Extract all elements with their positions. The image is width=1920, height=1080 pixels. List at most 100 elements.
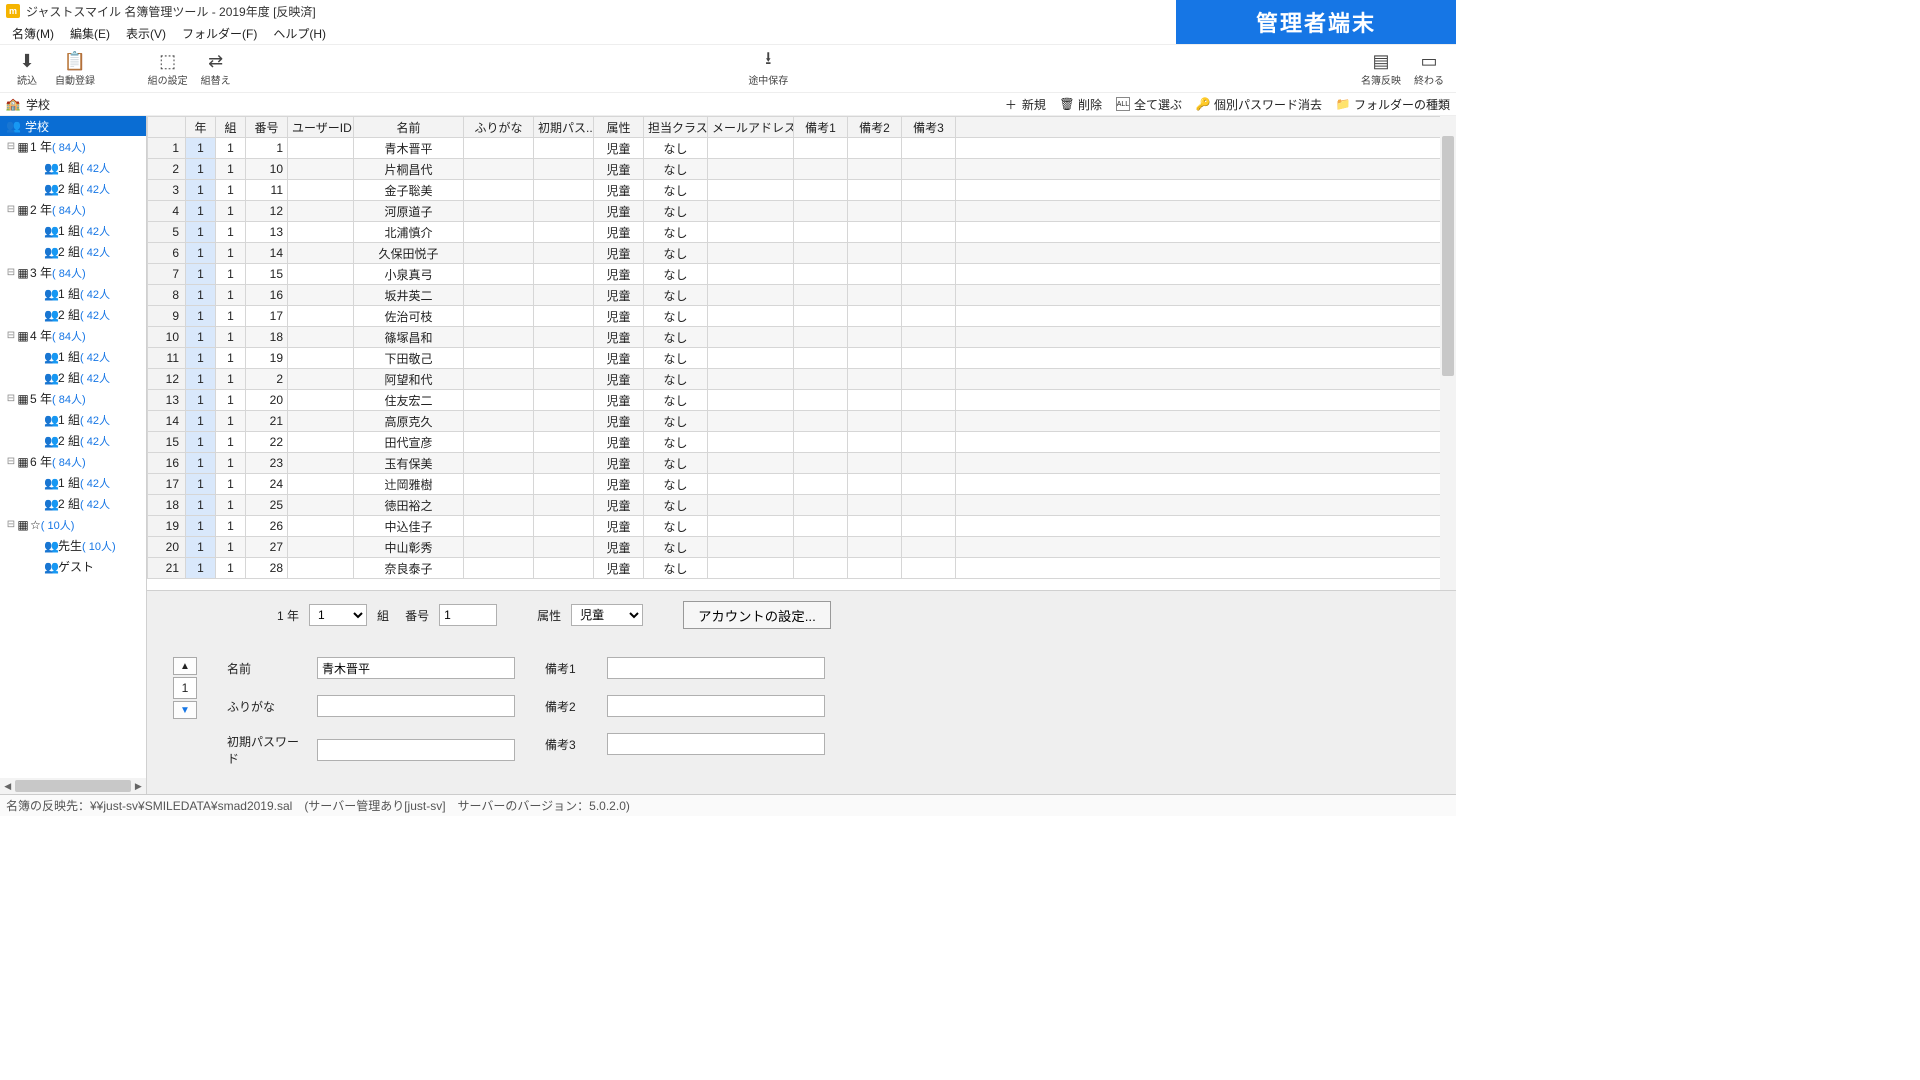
cell-kana[interactable] bbox=[464, 222, 534, 243]
cell-pw[interactable] bbox=[534, 474, 594, 495]
cell-no[interactable]: 25 bbox=[246, 495, 288, 516]
table-row[interactable]: 21110片桐昌代児童なし bbox=[148, 159, 1456, 180]
cell-mail[interactable] bbox=[708, 558, 794, 579]
cell-note2[interactable] bbox=[848, 327, 902, 348]
cell-attr[interactable]: 児童 bbox=[594, 411, 644, 432]
cell-pw[interactable] bbox=[534, 348, 594, 369]
table-row[interactable]: 61114久保田悦子児童なし bbox=[148, 243, 1456, 264]
cell-no[interactable]: 17 bbox=[246, 306, 288, 327]
cell-pw[interactable] bbox=[534, 327, 594, 348]
cell-group[interactable]: 1 bbox=[216, 432, 246, 453]
cell-name[interactable]: 坂井英二 bbox=[354, 285, 464, 306]
cell-no[interactable]: 24 bbox=[246, 474, 288, 495]
cell-note3[interactable] bbox=[902, 306, 956, 327]
kana-input[interactable] bbox=[317, 695, 515, 717]
cell-class[interactable]: なし bbox=[644, 474, 708, 495]
cell-name[interactable]: 久保田悦子 bbox=[354, 243, 464, 264]
cell-pw[interactable] bbox=[534, 285, 594, 306]
cell-note2[interactable] bbox=[848, 138, 902, 159]
col-header[interactable]: 名前 bbox=[354, 117, 464, 138]
collapse-icon[interactable]: ⊟ bbox=[6, 456, 16, 467]
cell-no[interactable]: 22 bbox=[246, 432, 288, 453]
tree-guest[interactable]: 👥 ゲスト bbox=[0, 556, 146, 577]
cell-class[interactable]: なし bbox=[644, 432, 708, 453]
cell-note3[interactable] bbox=[902, 474, 956, 495]
cell-group[interactable]: 1 bbox=[216, 243, 246, 264]
tree-class[interactable]: 👥 2 組 ( 42人 bbox=[0, 430, 146, 451]
tree-grade[interactable]: ⊟▦ 2 年 ( 84人) bbox=[0, 199, 146, 220]
cell-no[interactable]: 26 bbox=[246, 516, 288, 537]
cell-group[interactable]: 1 bbox=[216, 285, 246, 306]
tool-reflect[interactable]: ▤名簿反映 bbox=[1360, 48, 1402, 90]
cell-note1[interactable] bbox=[794, 411, 848, 432]
cell-name[interactable]: 住友宏二 bbox=[354, 390, 464, 411]
cell-note1[interactable] bbox=[794, 264, 848, 285]
cell-uid[interactable] bbox=[288, 159, 354, 180]
cell-note2[interactable] bbox=[848, 558, 902, 579]
col-header[interactable]: 備考3 bbox=[902, 117, 956, 138]
tree-grade[interactable]: ⊟▦ 4 年 ( 84人) bbox=[0, 325, 146, 346]
cell-year[interactable]: 1 bbox=[186, 285, 216, 306]
cell-kana[interactable] bbox=[464, 348, 534, 369]
cell-name[interactable]: 玉有保美 bbox=[354, 453, 464, 474]
collapse-icon[interactable]: ⊟ bbox=[6, 204, 16, 215]
cell-name[interactable]: 高原克久 bbox=[354, 411, 464, 432]
cell-class[interactable]: なし bbox=[644, 411, 708, 432]
cell-year[interactable]: 1 bbox=[186, 180, 216, 201]
cell-mail[interactable] bbox=[708, 264, 794, 285]
cell-uid[interactable] bbox=[288, 348, 354, 369]
cell-group[interactable]: 1 bbox=[216, 558, 246, 579]
cell-note3[interactable] bbox=[902, 495, 956, 516]
cell-kana[interactable] bbox=[464, 495, 534, 516]
cell-group[interactable]: 1 bbox=[216, 180, 246, 201]
cell-group[interactable]: 1 bbox=[216, 453, 246, 474]
cell-mail[interactable] bbox=[708, 390, 794, 411]
cell-year[interactable]: 1 bbox=[186, 453, 216, 474]
cell-note1[interactable] bbox=[794, 453, 848, 474]
menu-roster[interactable]: 名簿(M) bbox=[4, 23, 62, 44]
cell-pw[interactable] bbox=[534, 159, 594, 180]
cell-kana[interactable] bbox=[464, 306, 534, 327]
cell-group[interactable]: 1 bbox=[216, 369, 246, 390]
cell-attr[interactable]: 児童 bbox=[594, 264, 644, 285]
cell-kana[interactable] bbox=[464, 537, 534, 558]
cell-note2[interactable] bbox=[848, 411, 902, 432]
cell-kana[interactable] bbox=[464, 201, 534, 222]
col-header[interactable]: ユーザーID bbox=[288, 117, 354, 138]
cell-name[interactable]: 辻岡雅樹 bbox=[354, 474, 464, 495]
note3-input[interactable] bbox=[607, 733, 825, 755]
cell-note2[interactable] bbox=[848, 306, 902, 327]
cell-attr[interactable]: 児童 bbox=[594, 516, 644, 537]
collapse-icon[interactable]: ⊟ bbox=[6, 330, 16, 341]
cell-kana[interactable] bbox=[464, 558, 534, 579]
cell-attr[interactable]: 児童 bbox=[594, 138, 644, 159]
cell-mail[interactable] bbox=[708, 495, 794, 516]
spin-up-button[interactable]: ▲ bbox=[173, 657, 197, 675]
cell-no[interactable]: 15 bbox=[246, 264, 288, 285]
cell-note2[interactable] bbox=[848, 474, 902, 495]
tree-class[interactable]: 👥 1 組 ( 42人 bbox=[0, 346, 146, 367]
cell-note2[interactable] bbox=[848, 159, 902, 180]
cell-class[interactable]: なし bbox=[644, 222, 708, 243]
cell-no[interactable]: 19 bbox=[246, 348, 288, 369]
cell-note1[interactable] bbox=[794, 558, 848, 579]
cell-kana[interactable] bbox=[464, 453, 534, 474]
cell-mail[interactable] bbox=[708, 411, 794, 432]
cell-attr[interactable]: 児童 bbox=[594, 537, 644, 558]
cell-pw[interactable] bbox=[534, 180, 594, 201]
table-row[interactable]: 141121高原克久児童なし bbox=[148, 411, 1456, 432]
cell-no[interactable]: 11 bbox=[246, 180, 288, 201]
cell-note3[interactable] bbox=[902, 180, 956, 201]
cell-attr[interactable]: 児童 bbox=[594, 558, 644, 579]
tree-grade[interactable]: ⊟▦ 6 年 ( 84人) bbox=[0, 451, 146, 472]
tool-import[interactable]: ⬇読込 bbox=[6, 48, 48, 90]
table-row[interactable]: 51113北浦慎介児童なし bbox=[148, 222, 1456, 243]
table-row[interactable]: 111119下田敬己児童なし bbox=[148, 348, 1456, 369]
grid-vscroll[interactable] bbox=[1440, 116, 1456, 590]
cell-note2[interactable] bbox=[848, 369, 902, 390]
cell-pw[interactable] bbox=[534, 495, 594, 516]
btn-new[interactable]: ＋新規 bbox=[1004, 96, 1046, 113]
col-header[interactable]: 担当クラス bbox=[644, 117, 708, 138]
btn-delete[interactable]: 🗑削除 bbox=[1060, 96, 1102, 113]
pw-input[interactable] bbox=[317, 739, 515, 761]
